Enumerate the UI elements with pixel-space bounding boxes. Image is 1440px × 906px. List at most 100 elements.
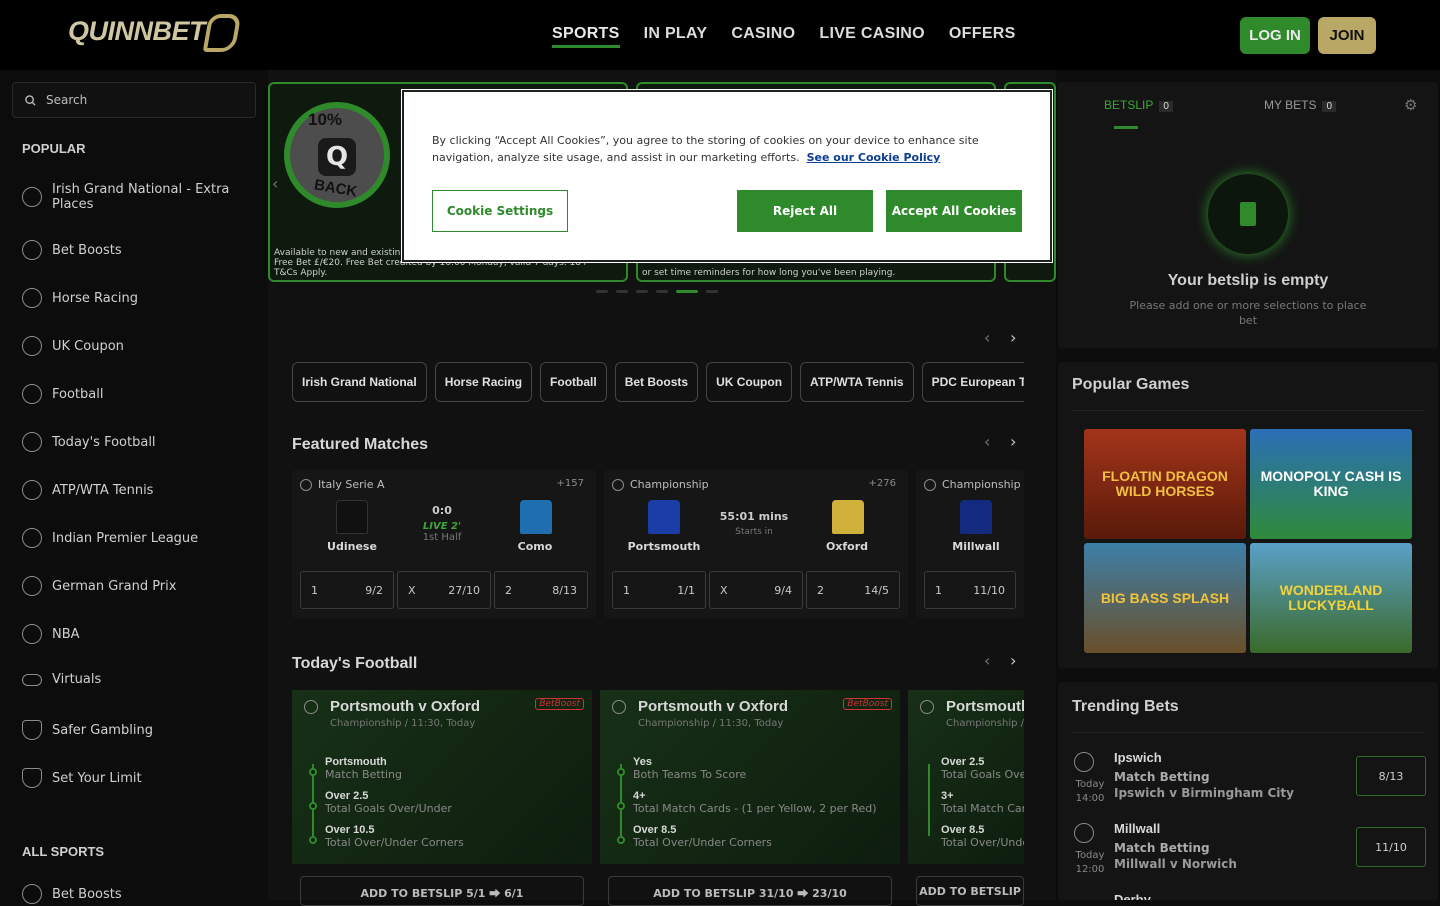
- sidebar-item-safer-gambling[interactable]: Safer Gambling: [22, 720, 252, 740]
- login-button[interactable]: LOG IN: [1240, 17, 1310, 54]
- odds-button-away[interactable]: 2 14/5: [806, 571, 900, 609]
- banner-dot[interactable]: [706, 290, 718, 293]
- bet-builder-card[interactable]: Portsmouth v Oxford Championship / 11:30…: [908, 690, 1024, 864]
- away-team: Oxford: [825, 540, 869, 553]
- chip-uk-coupon[interactable]: UK Coupon: [706, 362, 793, 402]
- nav-live-casino[interactable]: LIVE CASINO: [819, 25, 925, 48]
- nav-offers[interactable]: OFFERS: [949, 25, 1016, 48]
- bet-leg: Over 2.5Total Goals Over/Under: [941, 756, 1024, 781]
- banner-dot[interactable]: [636, 290, 648, 293]
- sidebar-item-label: German Grand Prix: [52, 578, 177, 594]
- reject-all-button[interactable]: Reject All: [737, 190, 873, 232]
- join-button[interactable]: JOIN: [1318, 17, 1376, 54]
- chip-irish-grand-national[interactable]: Irish Grand National: [292, 362, 427, 402]
- odds-button-draw[interactable]: X 27/10: [397, 571, 491, 609]
- accept-all-cookies-button[interactable]: Accept All Cookies: [886, 190, 1022, 232]
- chip-pdc-european-tour[interactable]: PDC European Tour: [921, 362, 1024, 402]
- chip-tennis[interactable]: ATP/WTA Tennis: [800, 362, 914, 402]
- cookie-policy-link[interactable]: See our Cookie Policy: [807, 151, 941, 164]
- badge-back: BACK: [312, 176, 359, 201]
- featured-next-arrow-icon[interactable]: ›: [1010, 432, 1016, 451]
- bet-leg: Over 8.5Total Over/Under Corners: [633, 824, 772, 849]
- sidebar-item-bet-boosts[interactable]: Bet Boosts: [22, 240, 252, 260]
- markets-count[interactable]: +157: [557, 478, 584, 489]
- sidebar-item-bet-boosts-all[interactable]: Bet Boosts: [22, 884, 252, 904]
- sidebar-item-label: Bet Boosts: [52, 242, 122, 258]
- game-tile-floatin-dragon[interactable]: FLOATIN DRAGON WILD HORSES: [1084, 429, 1246, 539]
- odds-value: 9/4: [774, 583, 792, 597]
- settings-gear-icon[interactable]: ⚙: [1404, 96, 1417, 114]
- game-tile-wonderland[interactable]: WONDERLAND LUCKYBALL: [1250, 543, 1412, 653]
- sidebar-item-horse-racing[interactable]: Horse Racing: [22, 288, 252, 308]
- leg-dot: [309, 836, 317, 844]
- odds-button-home[interactable]: 1 1/1: [612, 571, 706, 609]
- sidebar-item-tennis[interactable]: ATP/WTA Tennis: [22, 480, 252, 500]
- odds-label: X: [408, 583, 416, 597]
- all-sports-heading: ALL SPORTS: [22, 844, 105, 859]
- leg-dot: [617, 768, 625, 776]
- sidebar-item-football[interactable]: Football: [22, 384, 252, 404]
- odds-label: 2: [817, 583, 824, 597]
- add-to-betslip-button[interactable]: ADD TO BETSLIP 31/10 ⮕ 23/10: [608, 876, 892, 906]
- bet-builder-card[interactable]: Portsmouth v Oxford Championship / 11:30…: [600, 690, 900, 864]
- odds-button-draw[interactable]: X 9/4: [709, 571, 803, 609]
- banner-prev-arrow-icon[interactable]: ‹: [272, 174, 278, 193]
- chip-horse-racing[interactable]: Horse Racing: [434, 362, 533, 402]
- odds-value: 14/5: [864, 583, 889, 597]
- chips-prev-arrow-icon[interactable]: ‹: [984, 328, 990, 347]
- banner-dot-active[interactable]: [676, 290, 698, 293]
- match-card[interactable]: Championship +276 Portsmouth 55:01 mins …: [604, 470, 908, 618]
- markets-count[interactable]: +276: [869, 478, 896, 489]
- sidebar-item-irish-grand-national[interactable]: Irish Grand National - Extra Places: [22, 182, 252, 212]
- popular-heading: POPULAR: [22, 141, 86, 156]
- trending-odds-button[interactable]: 8/13: [1356, 756, 1426, 796]
- banner-dot[interactable]: [656, 290, 668, 293]
- quinnbet-logo[interactable]: QUINNBET: [68, 16, 206, 47]
- search-input[interactable]: Search: [12, 82, 256, 118]
- chips-next-arrow-icon[interactable]: ›: [1010, 328, 1016, 347]
- match-card[interactable]: Italy Serie A +157 Udinese 0:0 LIVE 2' 1…: [292, 470, 596, 618]
- sidebar-item-nba[interactable]: NBA: [22, 624, 252, 644]
- odds-button-away[interactable]: 2 8/13: [494, 571, 588, 609]
- match-card[interactable]: Championship Millwall 1 11/10: [916, 470, 1024, 618]
- sidebar-item-set-your-limit[interactable]: Set Your Limit: [22, 768, 252, 788]
- match-league: Italy Serie A: [300, 478, 384, 491]
- betslip-count: 0: [1159, 101, 1173, 112]
- game-tile-big-bass[interactable]: BIG BASS SPLASH: [1084, 543, 1246, 653]
- today-next-arrow-icon[interactable]: ›: [1010, 651, 1016, 670]
- sidebar-item-virtuals[interactable]: Virtuals: [22, 672, 252, 687]
- market-name: Match Betting: [1114, 770, 1210, 784]
- sidebar-item-todays-football[interactable]: Today's Football: [22, 432, 252, 452]
- add-to-betslip-button[interactable]: ADD TO BETSLIP: [916, 876, 1024, 906]
- tab-my-bets[interactable]: MY BETS 0: [1264, 98, 1337, 114]
- odds-button-home[interactable]: 1 9/2: [300, 571, 394, 609]
- nav-casino[interactable]: CASINO: [731, 25, 795, 48]
- odds-label: 2: [505, 583, 512, 597]
- chip-bet-boosts[interactable]: Bet Boosts: [614, 362, 699, 402]
- sidebar-item-uk-coupon[interactable]: UK Coupon: [22, 336, 252, 356]
- trending-odds-button[interactable]: 11/10: [1356, 827, 1426, 867]
- sidebar-item-ipl[interactable]: Indian Premier League: [22, 528, 252, 548]
- odds-value: 9/2: [365, 583, 383, 597]
- quinnbet-q-logo-icon[interactable]: [202, 14, 242, 52]
- banner-dot[interactable]: [596, 290, 608, 293]
- chip-football[interactable]: Football: [540, 362, 607, 402]
- trending-row: Today 12:00 Millwall Match Betting Millwa…: [1074, 819, 1426, 883]
- bet-builder-card[interactable]: Portsmouth v Oxford Championship / 11:30…: [292, 690, 592, 864]
- featured-prev-arrow-icon[interactable]: ‹: [984, 432, 990, 451]
- match-status: 55:01 mins Starts in: [704, 502, 804, 537]
- game-tile-monopoly[interactable]: MONOPOLY CASH IS KING: [1250, 429, 1412, 539]
- cookie-settings-button[interactable]: Cookie Settings: [432, 190, 568, 232]
- home-shirt-icon: [960, 500, 992, 534]
- odds-button-home[interactable]: 1 11/10: [924, 571, 1016, 609]
- nav-sports[interactable]: SPORTS: [552, 25, 620, 48]
- trending-datetime: Today 14:00: [1075, 779, 1105, 804]
- sidebar-item-german-gp[interactable]: German Grand Prix: [22, 576, 252, 596]
- banner-dot[interactable]: [616, 290, 628, 293]
- tab-label: BETSLIP: [1104, 98, 1154, 112]
- virtuals-icon: [22, 673, 42, 686]
- nav-in-play[interactable]: IN PLAY: [644, 25, 708, 48]
- add-to-betslip-button[interactable]: ADD TO BETSLIP 5/1 ⮕ 6/1: [300, 876, 584, 906]
- tab-betslip[interactable]: BETSLIP 0: [1104, 98, 1264, 114]
- today-prev-arrow-icon[interactable]: ‹: [984, 651, 990, 670]
